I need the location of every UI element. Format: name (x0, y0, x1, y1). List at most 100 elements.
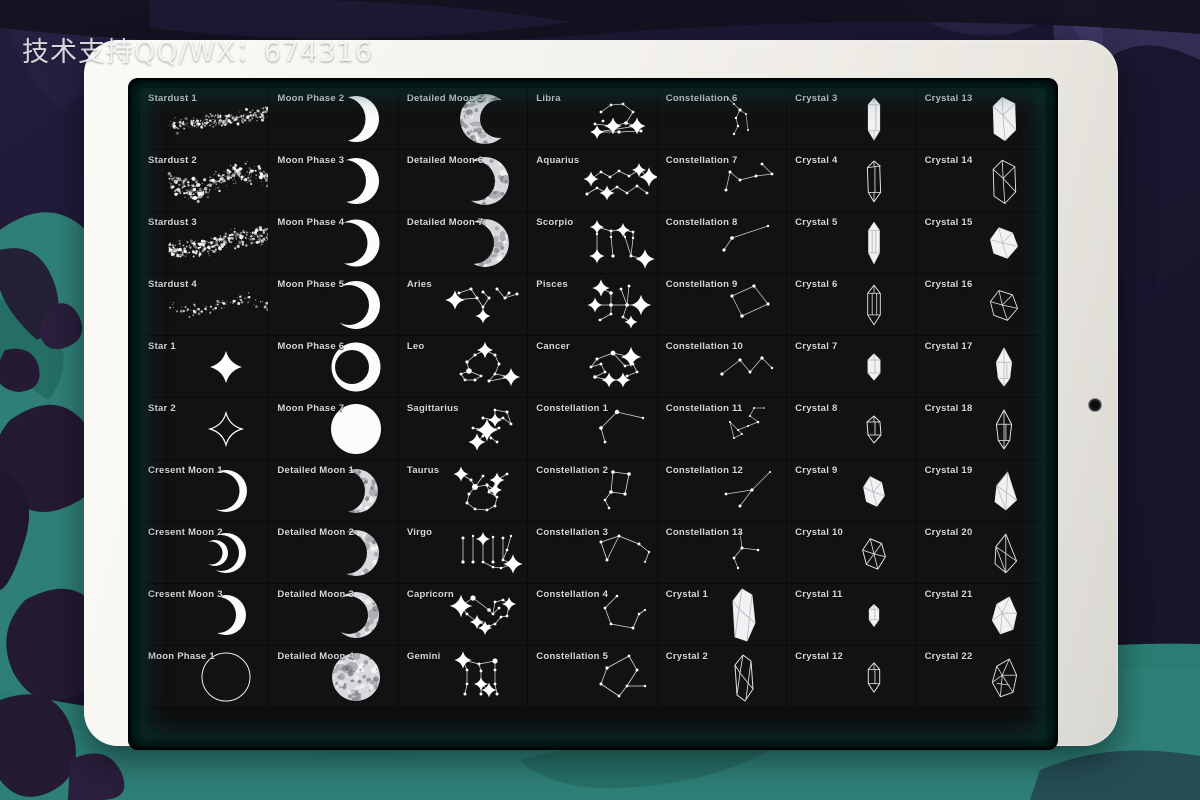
brush-preset-crystal-15[interactable]: Crystal 15 (916, 212, 1046, 274)
brush-preset-label: Constellation 5 (536, 651, 609, 662)
brush-preset-label: Aquarius (536, 155, 580, 166)
brush-preset-constellation-12[interactable]: Constellation 12 (657, 460, 788, 522)
brush-preset-moon-phase-1[interactable]: Moon Phase 1 (140, 646, 270, 708)
brush-preset-stardust-2[interactable]: Stardust 2 (140, 150, 270, 212)
brush-preset-label: Constellation 13 (665, 527, 744, 538)
brush-preset-crystal-22[interactable]: Crystal 22 (916, 646, 1046, 708)
cancer-icon (567, 336, 657, 397)
brush-preset-crystal-20[interactable]: Crystal 20 (916, 522, 1046, 584)
brush-preset-constellation-6[interactable]: Constellation 6 (657, 88, 788, 150)
brush-preset-crystal-8[interactable]: Crystal 8 (787, 398, 917, 460)
brush-preset-scorpio[interactable]: Scorpio (528, 212, 658, 274)
brush-preset-crystal-1[interactable]: Crystal 1 (657, 584, 788, 646)
brush-preset-moon-phase-3[interactable]: Moon Phase 3 (269, 150, 399, 212)
brush-preset-detailed-moon-6[interactable]: Detailed Moon 6 (398, 150, 529, 212)
brush-preset-label: Constellation 10 (665, 341, 744, 352)
brush-preset-crystal-7[interactable]: Crystal 7 (787, 336, 917, 398)
brush-preset-label: Crystal 18 (924, 403, 973, 414)
brush-preset-crystal-18[interactable]: Crystal 18 (916, 398, 1046, 460)
brush-preset-constellation-8[interactable]: Constellation 8 (657, 212, 788, 274)
brush-preset-stardust-4[interactable]: Stardust 4 (140, 274, 270, 336)
brush-preset-label: Constellation 7 (665, 155, 738, 166)
brush-preset-label: Crystal 13 (924, 93, 973, 104)
brush-preset-label: Constellation 4 (536, 589, 609, 600)
brush-preset-grid[interactable]: Stardust 1 Moon Phase 2 Detailed Moon 5 Lib… (140, 88, 1046, 740)
brush-preset-label: Crystal 8 (795, 403, 838, 414)
brush-preset-moon-phase-2[interactable]: Moon Phase 2 (269, 88, 399, 150)
brush-preset-cancer[interactable]: Cancer (528, 336, 658, 398)
brush-preset-crystal-13[interactable]: Crystal 13 (916, 88, 1046, 150)
brush-preset-label: Crystal 5 (795, 217, 838, 228)
brush-preset-label: Taurus (406, 465, 440, 476)
brush-preset-label: Moon Phase 1 (148, 651, 215, 662)
brush-preset-detailed-moon-7[interactable]: Detailed Moon 7 (398, 212, 529, 274)
brush-preset-moon-phase-5[interactable]: Moon Phase 5 (269, 274, 399, 336)
brush-preset-label: Crystal 3 (795, 93, 838, 104)
brush-preset-crystal-2[interactable]: Crystal 2 (657, 646, 788, 708)
brush-preset-crystal-12[interactable]: Crystal 12 (787, 646, 917, 708)
brush-preset-detailed-moon-2[interactable]: Detailed Moon 2 (269, 522, 399, 584)
brush-preset-label: Detailed Moon 6 (406, 155, 484, 166)
brush-preset-pisces[interactable]: Pisces (528, 274, 658, 336)
brush-preset-moon-phase-4[interactable]: Moon Phase 4 (269, 212, 399, 274)
brush-preset-constellation-5[interactable]: Constellation 5 (528, 646, 658, 708)
brush-preset-constellation-10[interactable]: Constellation 10 (657, 336, 788, 398)
brush-preset-stardust-1[interactable]: Stardust 1 (140, 88, 270, 150)
brush-preset-crystal-3[interactable]: Crystal 3 (787, 88, 917, 150)
brush-preset-star-2[interactable]: Star 2 (140, 398, 270, 460)
brush-preset-constellation-3[interactable]: Constellation 3 (528, 522, 658, 584)
brush-preset-constellation-13[interactable]: Constellation 13 (657, 522, 788, 584)
brush-preset-cresent-moon-3[interactable]: Cresent Moon 3 (140, 584, 270, 646)
brush-preset-constellation-2[interactable]: Constellation 2 (528, 460, 658, 522)
brush-preset-constellation-11[interactable]: Constellation 11 (657, 398, 788, 460)
brush-preset-constellation-9[interactable]: Constellation 9 (657, 274, 788, 336)
brush-preset-taurus[interactable]: Taurus (398, 460, 529, 522)
brush-preset-moon-phase-6[interactable]: Moon Phase 6 (269, 336, 399, 398)
brush-preset-constellation-1[interactable]: Constellation 1 (528, 398, 658, 460)
brush-preset-cresent-moon-1[interactable]: Cresent Moon 1 (140, 460, 270, 522)
brush-preset-crystal-9[interactable]: Crystal 9 (787, 460, 917, 522)
tablet-screen: Stardust 1 Moon Phase 2 Detailed Moon 5 Lib… (128, 78, 1058, 750)
brush-preset-label: Detailed Moon 7 (406, 217, 484, 228)
brush-preset-crystal-14[interactable]: Crystal 14 (916, 150, 1046, 212)
brush-preset-cresent-moon-2[interactable]: Cresent Moon 2 (140, 522, 270, 584)
brush-preset-sagittarius[interactable]: Sagittarius (398, 398, 529, 460)
crystal-8-icon (826, 398, 916, 459)
brush-preset-star-1[interactable]: Star 1 (140, 336, 270, 398)
brush-preset-crystal-19[interactable]: Crystal 19 (916, 460, 1046, 522)
brush-preset-crystal-5[interactable]: Crystal 5 (787, 212, 917, 274)
brush-preset-moon-phase-7[interactable]: Moon Phase 7 (269, 398, 399, 460)
brush-preset-constellation-4[interactable]: Constellation 4 (528, 584, 658, 646)
brush-preset-label: Libra (536, 93, 561, 104)
brush-preset-crystal-17[interactable]: Crystal 17 (916, 336, 1046, 398)
aries-icon (437, 274, 527, 335)
brush-preset-crystal-21[interactable]: Crystal 21 (916, 584, 1046, 646)
virgo-icon (437, 522, 527, 583)
crystal-3-icon (826, 88, 916, 149)
brush-preset-detailed-moon-4[interactable]: Detailed Moon 4 (269, 646, 399, 708)
brush-preset-crystal-16[interactable]: Crystal 16 (916, 274, 1046, 336)
brush-preset-libra[interactable]: Libra (528, 88, 658, 150)
brush-preset-capricorn[interactable]: Capricorn (398, 584, 529, 646)
brush-preset-stardust-3[interactable]: Stardust 3 (140, 212, 270, 274)
brush-preset-label: Cresent Moon 1 (148, 465, 223, 476)
brush-preset-virgo[interactable]: Virgo (398, 522, 529, 584)
brush-preset-constellation-7[interactable]: Constellation 7 (657, 150, 788, 212)
brush-preset-aries[interactable]: Aries (398, 274, 529, 336)
brush-preset-label: Crystal 2 (665, 651, 709, 662)
libra-icon (567, 88, 657, 149)
brush-preset-crystal-11[interactable]: Crystal 11 (787, 584, 917, 646)
brush-preset-detailed-moon-1[interactable]: Detailed Moon 1 (269, 460, 399, 522)
tablet-device: Stardust 1 Moon Phase 2 Detailed Moon 5 Lib… (84, 40, 1118, 750)
brush-preset-gemini[interactable]: Gemini (398, 646, 529, 708)
brush-preset-detailed-moon-5[interactable]: Detailed Moon 5 (398, 88, 529, 150)
brush-preset-crystal-4[interactable]: Crystal 4 (787, 150, 917, 212)
brush-preset-aquarius[interactable]: Aquarius (528, 150, 658, 212)
brush-preset-label: Detailed Moon 3 (277, 589, 355, 600)
brush-preset-label: Moon Phase 7 (277, 403, 345, 414)
brush-preset-crystal-10[interactable]: Crystal 10 (787, 522, 917, 584)
brush-preset-crystal-6[interactable]: Crystal 6 (787, 274, 917, 336)
brush-preset-leo[interactable]: Leo (398, 336, 529, 398)
brush-preset-label: Crystal 20 (924, 527, 973, 538)
brush-preset-detailed-moon-3[interactable]: Detailed Moon 3 (269, 584, 399, 646)
